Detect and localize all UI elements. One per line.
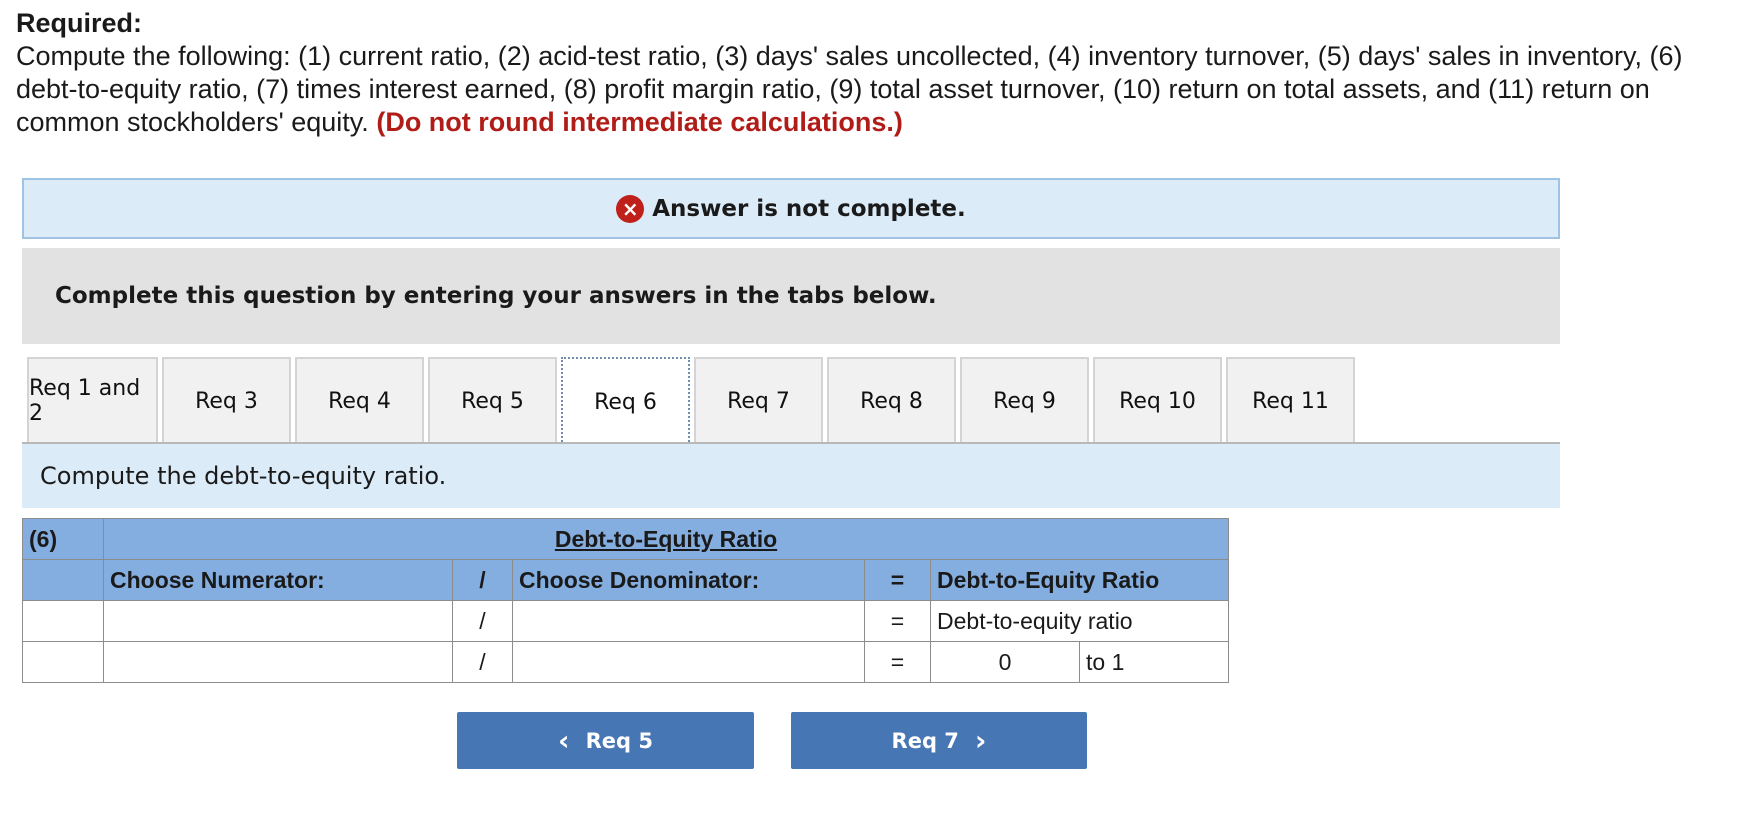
tab-req-9[interactable]: Req 9 [960,357,1089,443]
row-label-cell [22,600,104,642]
header-blank-cell [22,559,104,601]
answer-status-message: Answer is not complete. [652,195,966,222]
prev-req-button[interactable]: ‹ Req 5 [457,712,754,769]
tab-req-3[interactable]: Req 3 [162,357,291,443]
tab-req-8[interactable]: Req 8 [827,357,956,443]
next-req-button[interactable]: Req 7 › [791,712,1087,769]
equals-symbol: = [864,641,931,683]
ratio-result-value: 0 [930,641,1080,683]
result-label: Debt-to-equity ratio [930,600,1229,642]
tab-req-10[interactable]: Req 10 [1093,357,1222,443]
result-header: Debt-to-Equity Ratio [930,559,1229,601]
instruction-bar-text: Complete this question by entering your … [55,283,937,309]
tab-req-1-and-2[interactable]: Req 1 and 2 [27,357,158,443]
equals-symbol: = [864,559,931,601]
divide-symbol: / [452,641,513,683]
ratio-suffix: to 1 [1079,641,1229,683]
requirement-number: (6) [22,518,104,560]
denominator-input-row1[interactable] [519,601,858,641]
numerator-value-row2[interactable] [103,641,453,683]
numerator-input-row1[interactable] [110,601,446,641]
divide-symbol: / [452,559,513,601]
equals-symbol: = [864,600,931,642]
chevron-right-icon: › [974,723,987,757]
x-circle-icon: × [616,194,645,223]
table-title: Debt-to-Equity Ratio [103,518,1229,560]
required-label: Required: [16,8,143,38]
denominator-value-row2[interactable] [512,641,865,683]
tab-req-4[interactable]: Req 4 [295,357,424,443]
next-req-label: Req 7 [891,728,959,753]
debt-to-equity-table: (6) Debt-to-Equity Ratio Choose Numerato… [22,518,1229,683]
divide-symbol: / [452,600,513,642]
requirement-tabs: Req 1 and 2 Req 3 Req 4 Req 5 Req 6 Req … [27,357,1560,445]
numerator-select-row1[interactable] [103,600,453,642]
instruction-bar: Complete this question by entering your … [22,248,1560,344]
tab-req-5[interactable]: Req 5 [428,357,557,443]
tab-prompt-text: Compute the debt-to-equity ratio. [40,462,447,490]
chevron-left-icon: ‹ [558,723,570,757]
tab-req-6[interactable]: Req 6 [561,357,690,445]
instructions-text: Compute the following: (1) current ratio… [16,40,1736,139]
denominator-header: Choose Denominator: [512,559,865,601]
numerator-header: Choose Numerator: [103,559,453,601]
tab-req-7[interactable]: Req 7 [694,357,823,443]
answer-status-banner: × Answer is not complete. [22,178,1560,239]
tab-prompt: Compute the debt-to-equity ratio. [22,444,1560,508]
rounding-warning: (Do not round intermediate calculations.… [376,107,903,137]
denominator-input-row2[interactable] [519,642,858,682]
row-label-cell [22,641,104,683]
prev-req-label: Req 5 [585,728,653,753]
numerator-input-row2[interactable] [110,642,446,682]
denominator-select-row1[interactable] [512,600,865,642]
tab-req-11[interactable]: Req 11 [1226,357,1355,443]
